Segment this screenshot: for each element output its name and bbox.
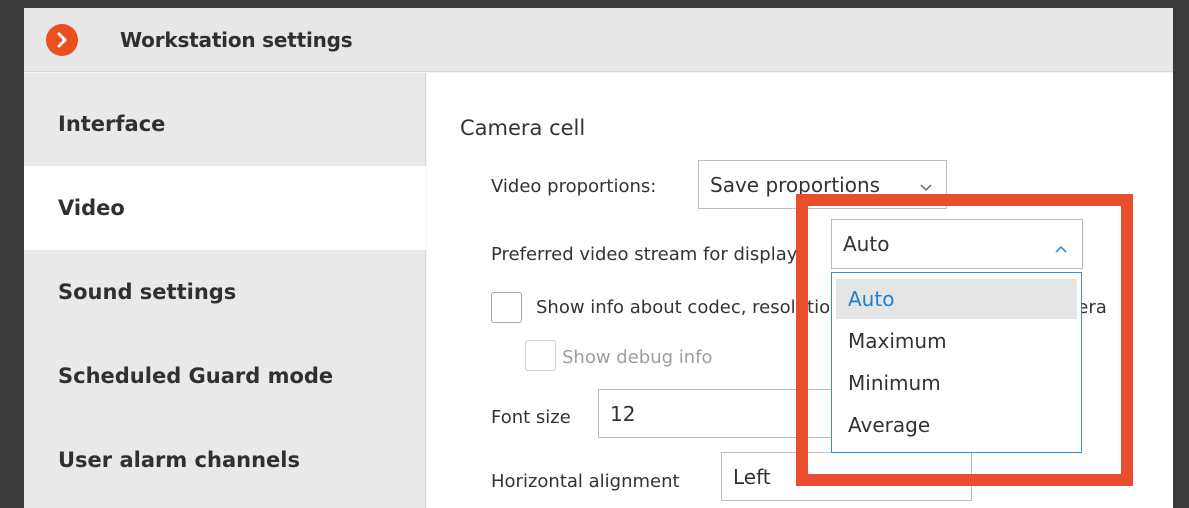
- sidebar-item-scheduled-guard-mode[interactable]: Scheduled Guard mode: [24, 334, 426, 418]
- preferred-stream-options: Auto Maximum Minimum Average: [831, 272, 1082, 453]
- window-title: Workstation settings: [120, 28, 353, 52]
- font-size-label: Font size: [491, 407, 571, 428]
- horizontal-alignment-value: Left: [733, 464, 771, 489]
- horizontal-alignment-label: Horizontal alignment: [491, 471, 680, 492]
- sidebar-item-label: Interface: [58, 112, 166, 136]
- chevron-down-icon: [919, 175, 933, 199]
- sidebar-item-label: Video: [58, 196, 125, 220]
- sidebar-item-interface[interactable]: Interface: [24, 82, 426, 166]
- font-size-input[interactable]: 12: [598, 389, 849, 438]
- show-info-checkbox[interactable]: [491, 292, 522, 323]
- sidebar-item-sound-settings[interactable]: Sound settings: [24, 250, 426, 334]
- option-average[interactable]: Average: [836, 405, 1077, 445]
- option-maximum[interactable]: Maximum: [836, 321, 1077, 361]
- sidebar-item-user-alarm-channels[interactable]: User alarm channels: [24, 418, 426, 502]
- horizontal-alignment-select[interactable]: Left: [721, 452, 972, 501]
- show-debug-checkbox[interactable]: [525, 340, 556, 371]
- preferred-stream-value: Auto: [843, 232, 890, 256]
- chevron-up-icon: [1054, 237, 1068, 261]
- sidebar-item-label: User alarm channels: [58, 448, 300, 472]
- video-proportions-label: Video proportions:: [491, 176, 657, 197]
- chevron-down-icon: [944, 467, 958, 491]
- preferred-stream-label: Preferred video stream for display: [491, 244, 798, 265]
- sidebar-item-label: Scheduled Guard mode: [58, 364, 334, 388]
- show-debug-label: Show debug info: [562, 347, 713, 368]
- preferred-stream-select[interactable]: Auto: [831, 219, 1083, 269]
- sidebar-item-video[interactable]: Video: [24, 166, 426, 250]
- option-minimum[interactable]: Minimum: [836, 363, 1077, 403]
- sidebar: Interface Video Sound settings Scheduled…: [24, 73, 426, 508]
- video-proportions-select[interactable]: Save proportions: [698, 160, 947, 209]
- font-size-value: 12: [610, 401, 636, 426]
- section-title: Camera cell: [460, 116, 586, 140]
- video-proportions-value: Save proportions: [710, 172, 881, 197]
- app-logo-icon: [46, 24, 78, 56]
- option-auto[interactable]: Auto: [836, 279, 1077, 319]
- sidebar-item-label: Sound settings: [58, 280, 237, 304]
- title-bar: Workstation settings: [24, 8, 1173, 72]
